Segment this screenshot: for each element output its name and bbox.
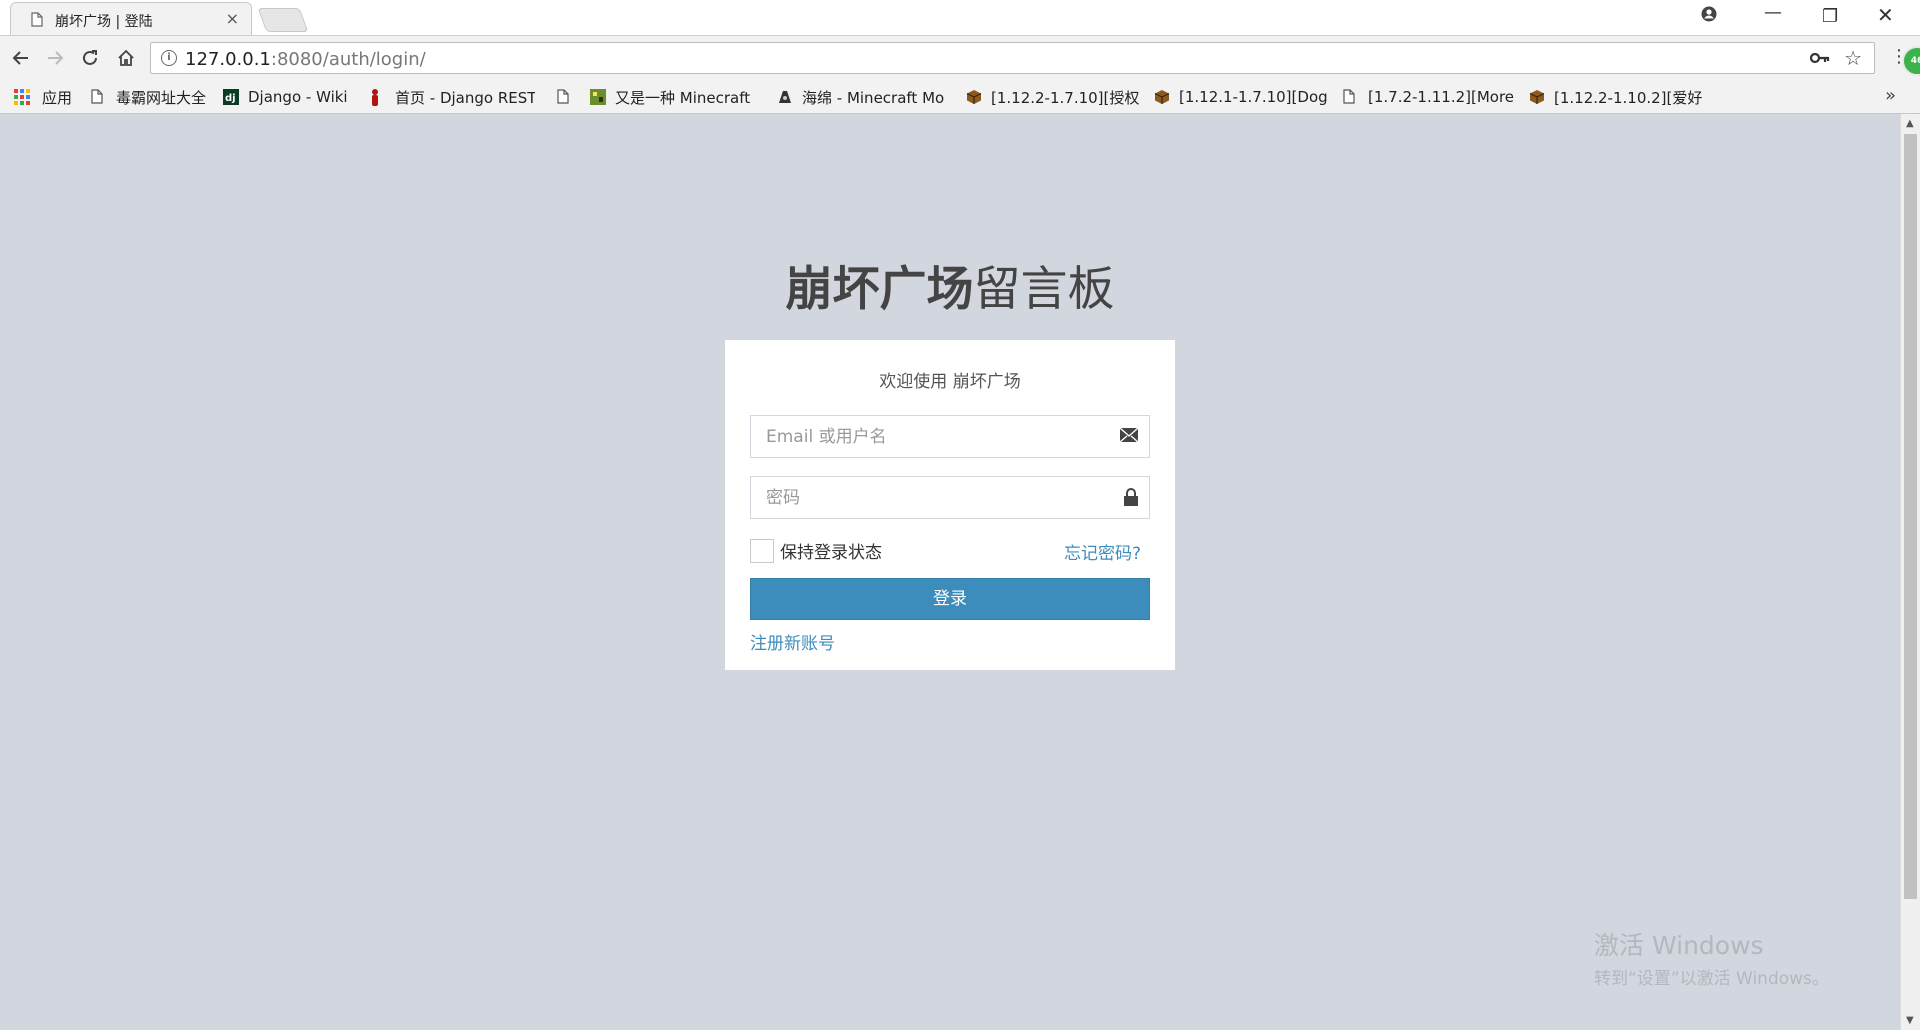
extension-badge[interactable]: 46 [1902, 46, 1920, 76]
forward-arrow-icon[interactable] [46, 48, 64, 72]
bookmarks-overflow-button[interactable]: » [1885, 85, 1896, 106]
tab-close-icon[interactable]: × [226, 9, 239, 28]
page-logo[interactable]: 崩坏广场留言板 [0, 250, 1900, 319]
apps-grid-icon [14, 89, 30, 105]
bookmark-item[interactable]: [1.12.2-1.10.2][爱好 [1529, 87, 1722, 107]
login-box-message: 欢迎使用 崩坏广场 [879, 372, 1021, 392]
email-field[interactable] [750, 415, 1150, 458]
bookmark-label: 首页 - Django REST [395, 88, 535, 107]
tab-title: 崩坏广场 | 登陆 [55, 14, 153, 30]
reload-icon[interactable] [81, 48, 99, 72]
bookmark-item[interactable]: [1.12.2-1.7.10][授权 [966, 87, 1159, 107]
page-viewport: 崩坏广场留言板 欢迎使用 崩坏广场 保持登录状态 忘记密码? 登录 注册新账号 … [0, 114, 1900, 1030]
browser-titlebar: 崩坏广场 | 登陆 × — ❐ ✕ [0, 0, 1920, 35]
logo-light-text: 留言板 [973, 262, 1115, 317]
window-minimize-button[interactable]: — [1764, 2, 1782, 23]
page-icon [557, 89, 573, 105]
bookmark-item[interactable] [557, 87, 582, 107]
bookmark-item[interactable]: [1.7.2-1.11.2][More [1343, 87, 1536, 107]
bookmark-item[interactable]: dj Django - Wiki [223, 87, 348, 107]
remember-me[interactable]: 保持登录状态 [750, 538, 882, 563]
bookmark-item[interactable]: 毒霸网址大全 [91, 87, 206, 107]
back-arrow-icon[interactable] [12, 48, 30, 72]
profile-icon[interactable] [1701, 6, 1717, 27]
scroll-down-icon[interactable]: ▼ [1906, 1015, 1914, 1026]
vertical-scrollbar[interactable]: ▲ ▼ [1900, 114, 1920, 1030]
bookmark-label: Django - Wiki [248, 88, 348, 106]
cube-icon [966, 89, 982, 105]
login-button[interactable]: 登录 [750, 578, 1150, 620]
info-icon[interactable]: i [161, 50, 177, 66]
svg-text:dj: dj [225, 93, 236, 104]
logo-bold-text: 崩坏广场 [785, 262, 974, 317]
scroll-up-icon[interactable]: ▲ [1906, 118, 1914, 129]
bookmark-label: 又是一种 Minecraft [615, 88, 751, 107]
home-icon[interactable] [117, 48, 135, 72]
forgot-password-link[interactable]: 忘记密码? [1064, 539, 1141, 564]
cube-icon [1529, 89, 1545, 105]
page-icon [91, 89, 107, 105]
red-figure-icon [370, 89, 386, 106]
bookmark-item[interactable]: [1.12.1-1.7.10][Dog [1154, 87, 1349, 107]
email-input[interactable] [751, 416, 1106, 457]
login-box: 欢迎使用 崩坏广场 保持登录状态 忘记密码? 登录 注册新账号 [725, 340, 1175, 670]
window-close-button[interactable]: ✕ [1877, 3, 1894, 27]
key-icon[interactable] [1809, 49, 1830, 68]
remember-checkbox[interactable] [750, 538, 774, 563]
bookmark-label: [1.7.2-1.11.2][More [1368, 88, 1515, 106]
page-icon [1343, 89, 1359, 105]
bookmark-label: [1.12.2-1.7.10][授权 [991, 88, 1140, 107]
address-url[interactable]: 127.0.0.1:8080/auth/login/ [185, 49, 426, 70]
browser-toolbar: i 127.0.0.1:8080/auth/login/ ☆ ⋮ 46 [0, 35, 1920, 82]
django-icon: dj [223, 89, 239, 105]
page-icon [31, 12, 43, 31]
cube-icon [1154, 89, 1170, 105]
minecraft-block-icon [590, 89, 606, 105]
bookmark-item[interactable]: 海绵 - Minecraft Mo [777, 87, 957, 107]
sponge-icon [777, 89, 793, 105]
password-field[interactable] [750, 476, 1150, 519]
url-rest: :8080/auth/login/ [270, 49, 426, 70]
bookmark-label: 应用 [42, 88, 73, 107]
windows-activation-watermark: 激活 Windows 转到“设置”以激活 Windows。 [1594, 926, 1829, 989]
bookmark-item[interactable]: 首页 - Django REST [370, 87, 535, 107]
bookmarks-bar: 应用 毒霸网址大全 dj Django - Wiki 首页 - Django R… [0, 81, 1920, 114]
bookmark-item[interactable]: 又是一种 Minecraft [590, 87, 775, 107]
new-tab-button[interactable] [257, 8, 309, 32]
browser-tab-active[interactable]: 崩坏广场 | 登陆 × [10, 2, 252, 35]
window-maximize-button[interactable]: ❐ [1822, 6, 1838, 27]
watermark-title: 激活 Windows [1594, 931, 1764, 960]
watermark-subtitle: 转到“设置”以激活 Windows。 [1594, 969, 1829, 989]
bookmark-label: [1.12.1-1.7.10][Dog [1179, 88, 1328, 106]
bookmark-label: 毒霸网址大全 [116, 88, 207, 107]
remember-label: 保持登录状态 [780, 543, 882, 563]
password-input[interactable] [751, 477, 1106, 518]
url-host: 127.0.0.1 [185, 49, 271, 70]
lock-icon [1123, 488, 1139, 511]
envelope-icon [1119, 427, 1139, 447]
bookmark-label: [1.12.2-1.10.2][爱好 [1554, 88, 1703, 107]
register-link[interactable]: 注册新账号 [750, 629, 835, 654]
bookmark-apps[interactable]: 应用 [14, 87, 72, 107]
address-bar[interactable]: i 127.0.0.1:8080/auth/login/ ☆ [150, 42, 1875, 74]
bookmark-star-icon[interactable]: ☆ [1844, 46, 1862, 70]
bookmark-label: 海绵 - Minecraft Mo [802, 88, 945, 107]
scrollbar-thumb[interactable] [1904, 134, 1917, 899]
